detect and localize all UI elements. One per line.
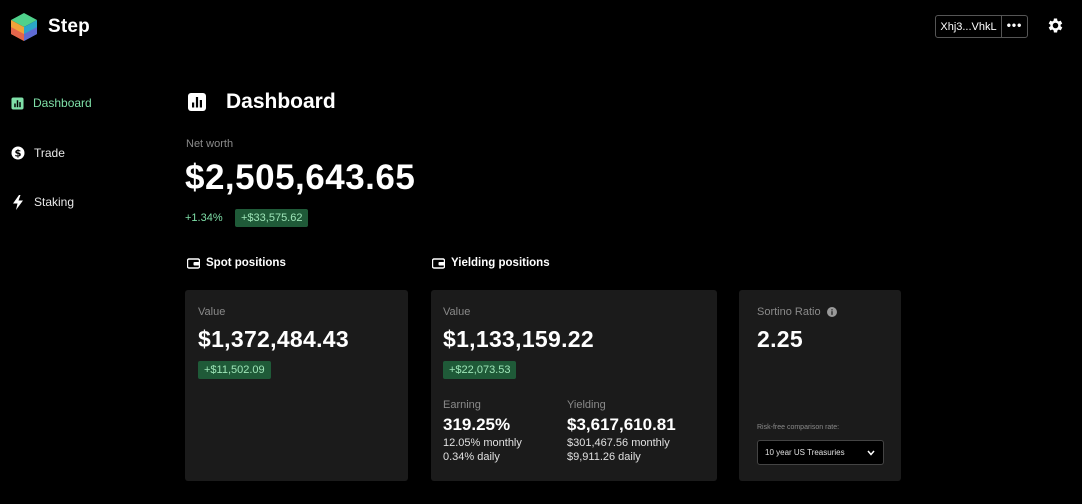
gear-icon <box>1048 18 1063 33</box>
app-logo[interactable]: Step <box>10 12 90 42</box>
sidebar-nav: Dashboard $ Trade Staking <box>11 94 92 243</box>
spot-positions-card: Value $1,372,484.43 +$11,502.09 <box>185 290 408 481</box>
dollar-circle-icon: $ <box>11 146 25 159</box>
wallet-more-button[interactable]: ••• <box>1002 16 1027 37</box>
sidebar-item-dashboard[interactable]: Dashboard <box>11 94 92 112</box>
yielding-positions-card: Value $1,133,159.22 +$22,073.53 Earning … <box>431 290 717 481</box>
earning-value: 319.25% <box>443 415 511 434</box>
net-worth-change-pct: +1.34% <box>185 212 223 224</box>
spot-value: $1,372,484.43 <box>198 326 349 352</box>
chevron-down-icon <box>867 450 875 456</box>
spot-change-badge: +$11,502.09 <box>198 361 271 379</box>
yielding-stat: Yielding $3,617,610.81 $301,467.56 month… <box>567 399 676 463</box>
section-label-text: Spot positions <box>206 257 286 269</box>
net-worth-change-badge: +$33,575.62 <box>235 209 309 227</box>
settings-button[interactable] <box>1046 16 1065 40</box>
page-header: Dashboard <box>188 90 336 114</box>
risk-free-rate-label: Risk-free comparison rate: <box>757 424 840 431</box>
bar-chart-icon <box>11 96 24 110</box>
brand-name: Step <box>48 16 90 37</box>
wallet-icon <box>187 257 200 269</box>
step-logo-icon <box>11 13 37 41</box>
sidebar-item-label: Trade <box>34 145 65 160</box>
sortino-value: 2.25 <box>757 326 803 352</box>
spot-value-label: Value <box>198 306 226 318</box>
earning-monthly: 12.05% monthly <box>443 437 522 449</box>
net-worth-label: Net worth <box>186 138 234 150</box>
wallet-address[interactable]: Xhj3...VhkL <box>936 16 1002 37</box>
yielding-label: Yielding <box>567 399 606 411</box>
sortino-ratio-card: Sortino Ratio 2.25 Risk-free comparison … <box>739 290 901 481</box>
yielding-daily: $9,911.26 daily <box>567 451 641 463</box>
wallet-button[interactable]: Xhj3...VhkL ••• <box>935 15 1028 38</box>
svg-text:$: $ <box>15 148 22 159</box>
bar-chart-icon <box>188 93 206 111</box>
sortino-label-row: Sortino Ratio <box>757 306 837 318</box>
page-title: Dashboard <box>226 90 336 113</box>
yielding-change-badge: +$22,073.53 <box>443 361 517 379</box>
earning-label: Earning <box>443 399 481 411</box>
net-worth-value: $2,505,643.65 <box>185 158 416 197</box>
yielding-amount: $3,617,610.81 <box>567 415 676 434</box>
risk-free-rate-select[interactable]: 10 year US Treasuries <box>757 440 884 465</box>
sidebar-item-label: Dashboard <box>33 96 92 110</box>
section-label-text: Yielding positions <box>451 257 550 269</box>
wallet-icon <box>432 257 445 269</box>
sortino-label: Sortino Ratio <box>757 306 821 318</box>
lightning-icon <box>13 194 23 210</box>
yielding-value: $1,133,159.22 <box>443 326 594 352</box>
select-value: 10 year US Treasuries <box>765 448 845 457</box>
spot-positions-section-label: Spot positions <box>187 257 286 269</box>
sidebar-item-staking[interactable]: Staking <box>11 193 92 211</box>
yielding-positions-section-label: Yielding positions <box>432 257 550 269</box>
earning-daily: 0.34% daily <box>443 451 500 463</box>
earning-stat: Earning 319.25% 12.05% monthly 0.34% dai… <box>443 399 522 463</box>
sidebar-item-trade[interactable]: $ Trade <box>11 144 92 162</box>
sidebar-item-label: Staking <box>34 195 75 209</box>
info-icon[interactable] <box>826 307 837 317</box>
yielding-value-label: Value <box>443 306 471 318</box>
yielding-monthly: $301,467.56 monthly <box>567 437 670 449</box>
